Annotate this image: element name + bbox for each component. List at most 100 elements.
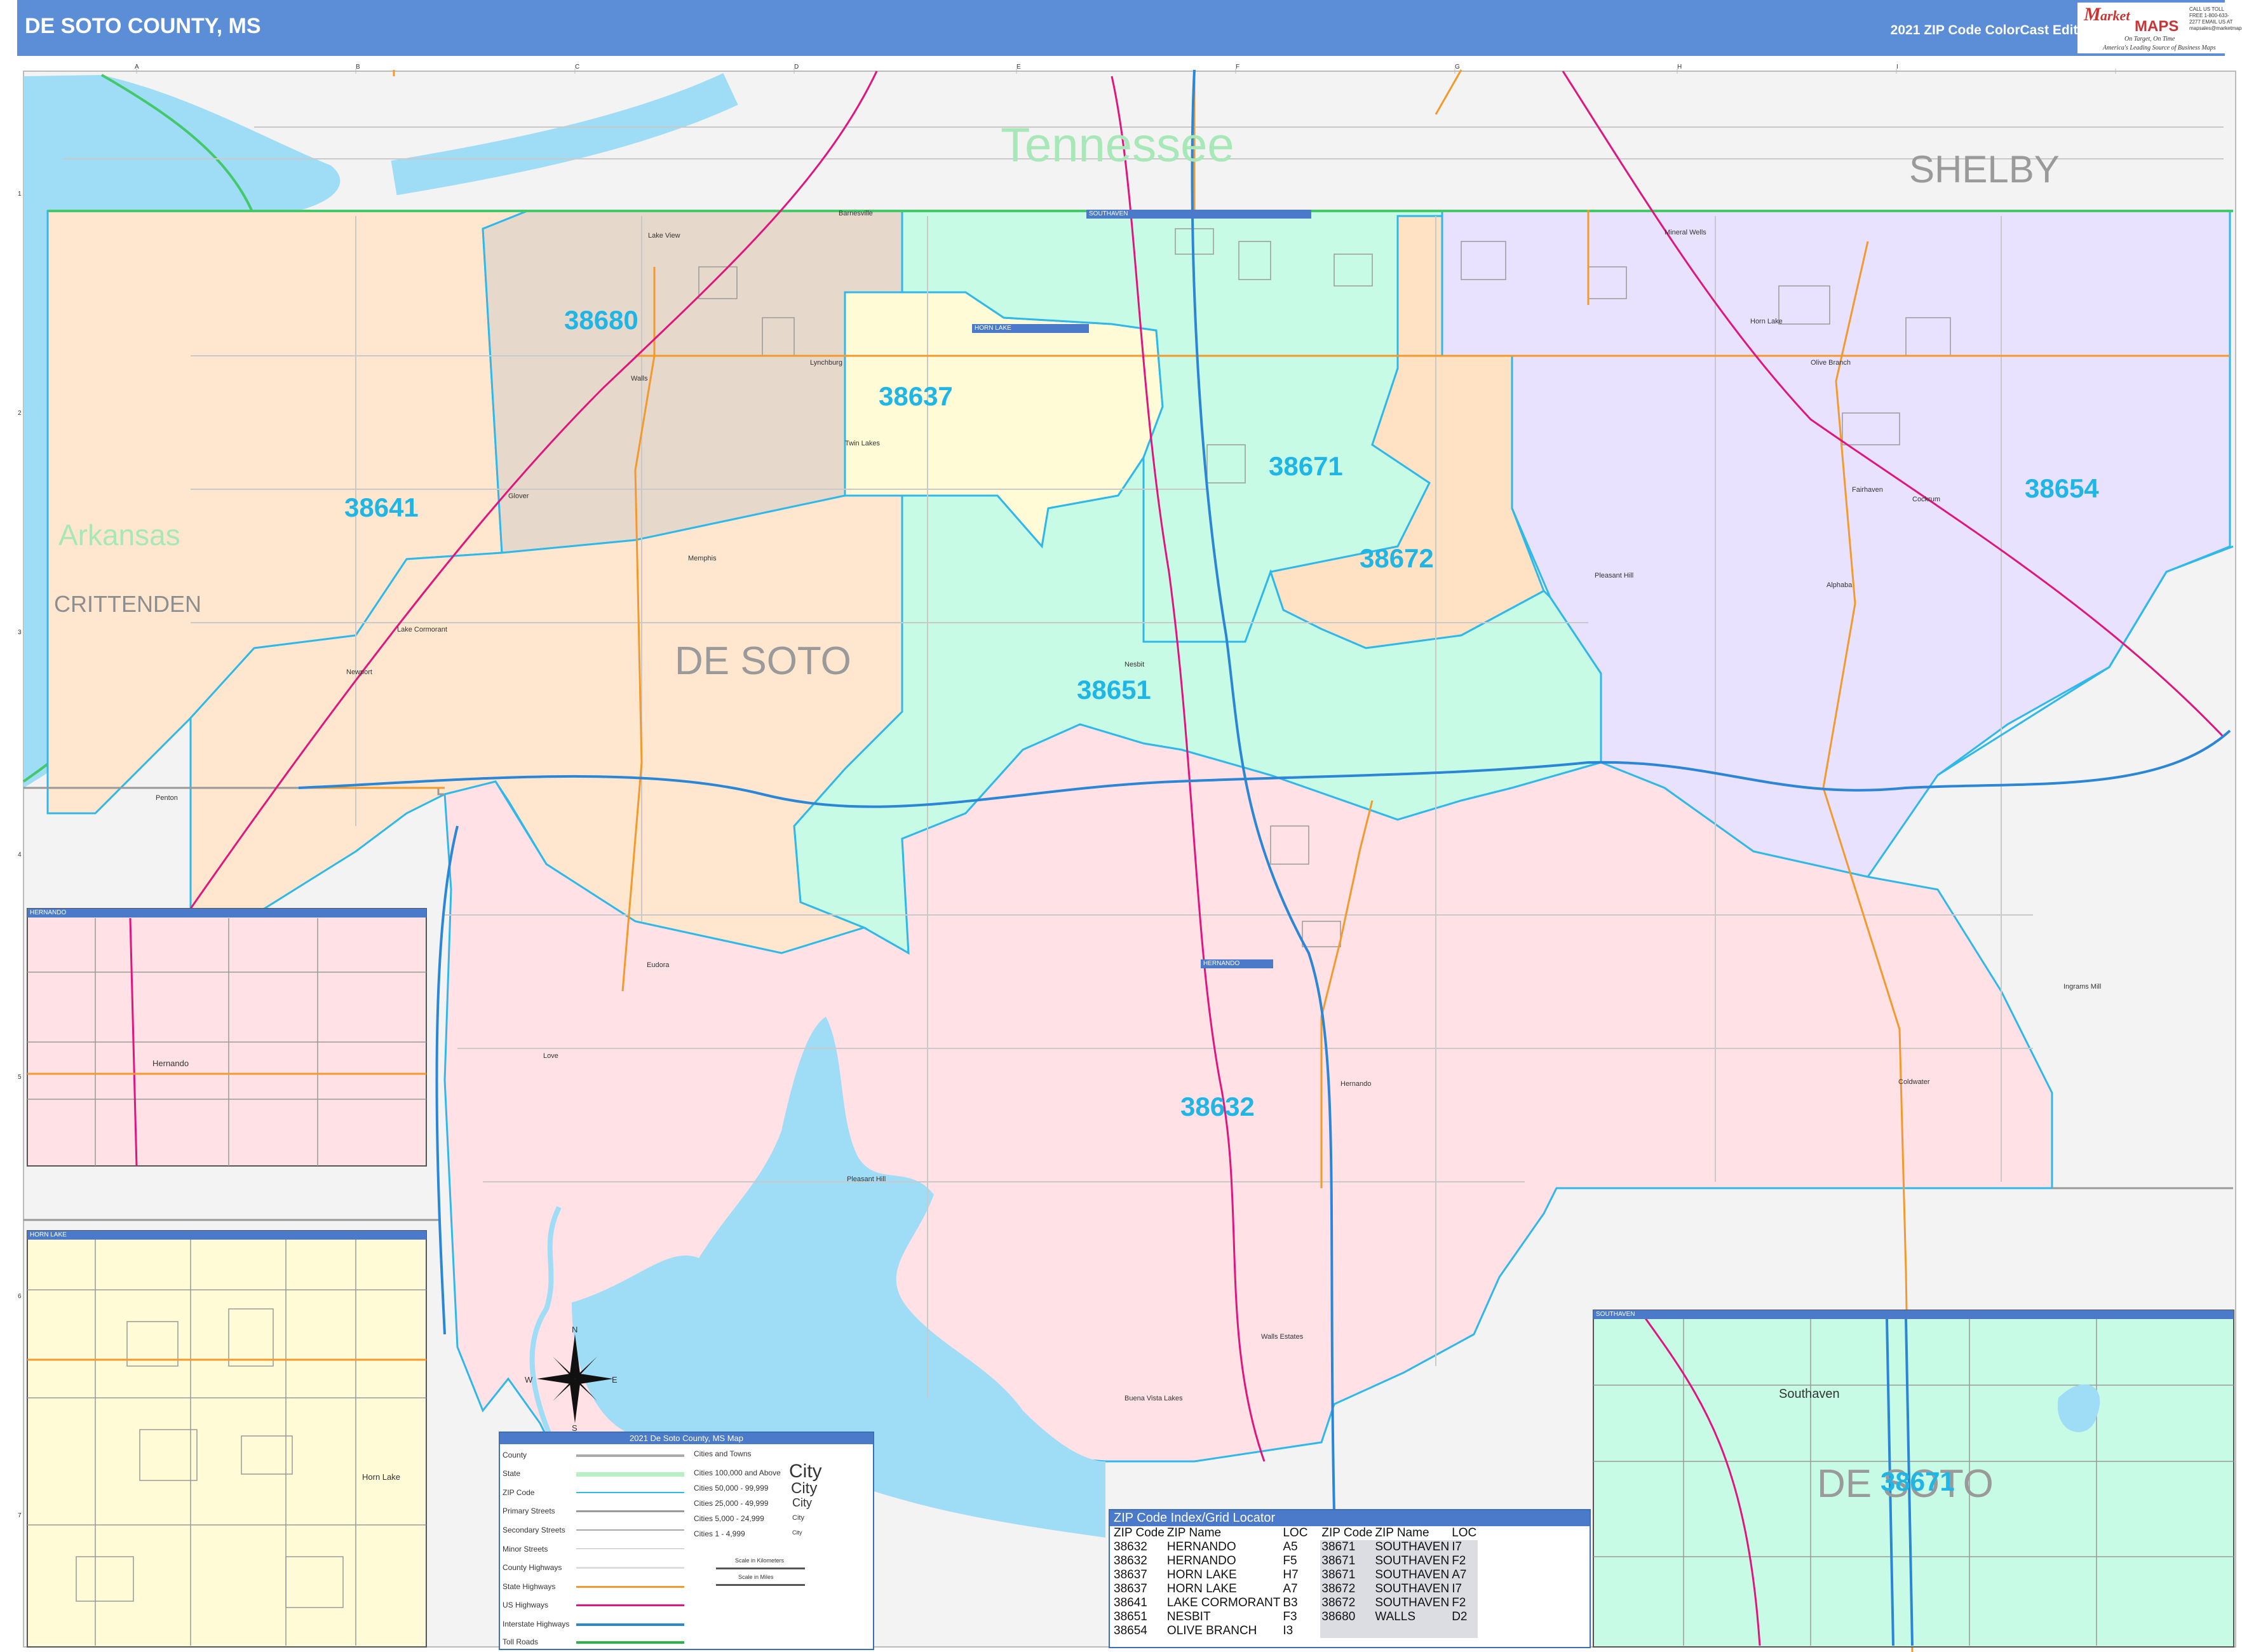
grid-col: A (135, 64, 139, 71)
grid-row: 3 (18, 629, 22, 636)
legend-item-state: State (503, 1469, 521, 1478)
grid-row: 2 (18, 410, 22, 417)
legend-city-class: Cities 100,000 and Above (694, 1468, 781, 1477)
zip-index-cell: HORN LAKE (1166, 1582, 1237, 1595)
grid-row: 4 (18, 851, 22, 858)
legend-title: 2021 De Soto County, MS Map (500, 1433, 873, 1444)
zip-index-header: ZIP Code (1114, 1526, 1165, 1540)
zip-label-38671: 38671 (1269, 451, 1343, 481)
zip-index-cell: SOUTHAVEN (1374, 1540, 1451, 1554)
town-label: Pleasant Hill (1595, 572, 1634, 579)
zip-index-header-row: ZIP Code ZIP Name LOC ZIP Code ZIP Name … (1112, 1526, 1478, 1540)
zip-index-cell: 38672 (1320, 1596, 1374, 1610)
legend-swatch-us-hwy (576, 1604, 684, 1606)
zip-label-38671-inset: 38671 (1881, 1466, 1955, 1496)
zip-index-cell: 38671 (1320, 1568, 1374, 1582)
town-label: Ingrams Mill (2063, 983, 2102, 991)
zip-index-cell: 38632 (1114, 1540, 1147, 1554)
zip-index-cell: I3 (1283, 1624, 1293, 1637)
zip-index-row: 38651 NESBIT F3 38680 WALLS D2 (1112, 1610, 1478, 1624)
grid-col: F (1236, 64, 1240, 71)
zip-index-header: ZIP Name (1375, 1526, 1429, 1540)
town-label: Buena Vista Lakes (1124, 1395, 1183, 1402)
legend-scale-mi-bar (716, 1584, 805, 1586)
zip-index-cell: HERNANDO (1166, 1554, 1236, 1567)
legend-swatch-minor (576, 1548, 684, 1549)
legend-item-minor: Minor Streets (503, 1545, 548, 1554)
zip-index-cell: 38671 (1320, 1554, 1374, 1568)
inset-southaven-header: SOUTHAVEN (1593, 1310, 2234, 1319)
town-label: Twin Lakes (845, 440, 881, 447)
town-label: Olive Branch (1811, 359, 1851, 367)
town-label: Newport (346, 668, 372, 676)
legend-city-sample-3: City (792, 1496, 812, 1509)
county-label-crittenden: CRITTENDEN (54, 591, 201, 617)
legend-item-us-hwy: US Highways (503, 1601, 549, 1609)
zip-index-cell: D2 (1450, 1610, 1478, 1624)
compass-n: N (572, 1325, 578, 1334)
inset-horn-lake-header: HORN LAKE (27, 1231, 426, 1240)
legend-item-zip: ZIP Code (503, 1488, 535, 1497)
zip-label-38680: 38680 (564, 305, 638, 335)
legend-city-class: Cities 50,000 - 99,999 (694, 1484, 769, 1493)
state-label-arkansas: Arkansas (58, 518, 180, 552)
grid-col: G (1455, 64, 1460, 71)
town-label: Fairhaven (1852, 486, 1883, 494)
zip-index-cell: HERNANDO (1166, 1540, 1236, 1554)
zip-label-38632: 38632 (1180, 1092, 1255, 1121)
zip-index-row: 38637 HORN LAKE H7 38671 SOUTHAVEN A7 (1112, 1568, 1478, 1582)
grid-col: H (1677, 64, 1682, 71)
zip-index-header: LOC (1452, 1526, 1477, 1540)
town-label: Walls Estates (1261, 1333, 1304, 1341)
legend-city-class: Cities 1 - 4,999 (694, 1529, 745, 1538)
grid-row: 1 (18, 191, 22, 198)
zip-index-cell: SOUTHAVEN (1374, 1568, 1451, 1582)
zip-index-row: 38654 OLIVE BRANCH I3 (1112, 1624, 1478, 1638)
zip-index-cell: SOUTHAVEN (1374, 1596, 1451, 1610)
zip-index-row: 38641 LAKE CORMORANT B3 38672 SOUTHAVEN F2 (1112, 1596, 1478, 1610)
zip-index-cell: 38671 (1320, 1540, 1374, 1554)
inset-hernando-header: HERNANDO (27, 909, 426, 917)
town-label: Nesbit (1124, 661, 1145, 668)
zip-index-cell: 38680 (1320, 1610, 1374, 1624)
town-label: Love (543, 1052, 558, 1060)
grid-col: I (1896, 64, 1898, 71)
grid-row: 7 (18, 1512, 22, 1519)
legend-item-state-hwy: State Highways (503, 1582, 556, 1591)
zip-index-cell: LAKE CORMORANT (1166, 1596, 1281, 1609)
town-label: Walls (631, 375, 648, 383)
southaven-box-label: SOUTHAVEN (1086, 210, 1311, 219)
legend-scale-km: Scale in Kilometers (735, 1557, 785, 1564)
zip-index-cell: 38632 (1114, 1554, 1147, 1567)
town-label: Lake View (648, 232, 680, 240)
grid-row: 6 (18, 1293, 22, 1300)
zip-index-cell: B3 (1283, 1596, 1298, 1609)
grid-row: 5 (18, 1074, 22, 1081)
zip-index-cell: 38641 (1114, 1596, 1147, 1609)
zip-index-cell: F2 (1450, 1596, 1478, 1610)
zip-code-index: ZIP Code Index/Grid Locator ZIP Code ZIP… (1109, 1509, 1591, 1648)
zip-index-cell: A7 (1450, 1568, 1478, 1582)
legend-item-county-hwy: County Highways (503, 1563, 562, 1572)
grid-col: E (1016, 64, 1021, 71)
town-label: Barnesville (839, 210, 873, 217)
town-label: Coldwater (1898, 1078, 1930, 1086)
legend-item-secondary: Secondary Streets (503, 1526, 565, 1534)
legend-item-primary: Primary Streets (503, 1506, 555, 1515)
zip-index-row: 38637 HORN LAKE A7 38672 SOUTHAVEN I7 (1112, 1582, 1478, 1596)
legend-swatch-county-hwy (576, 1567, 684, 1569)
zip-index-header: ZIP Code (1321, 1526, 1373, 1540)
compass-w: W (525, 1375, 533, 1385)
town-label: Pleasant Hill (847, 1175, 886, 1183)
legend-cities-header: Cities and Towns (694, 1449, 752, 1458)
zip-index-cell: NESBIT (1166, 1610, 1211, 1623)
state-label-tennessee: Tennessee (1001, 118, 1234, 172)
zip-label-38641: 38641 (344, 492, 419, 522)
legend-swatch-secondary (576, 1529, 684, 1531)
county-label-shelby: SHELBY (1909, 148, 2060, 191)
map-legend: 2021 De Soto County, MS Map County State… (499, 1432, 874, 1650)
town-label: Lynchburg (810, 359, 842, 367)
town-label: Alphaba (1827, 581, 1853, 589)
legend-swatch-interstate (576, 1623, 684, 1626)
zip-index-cell: HORN LAKE (1166, 1568, 1237, 1581)
